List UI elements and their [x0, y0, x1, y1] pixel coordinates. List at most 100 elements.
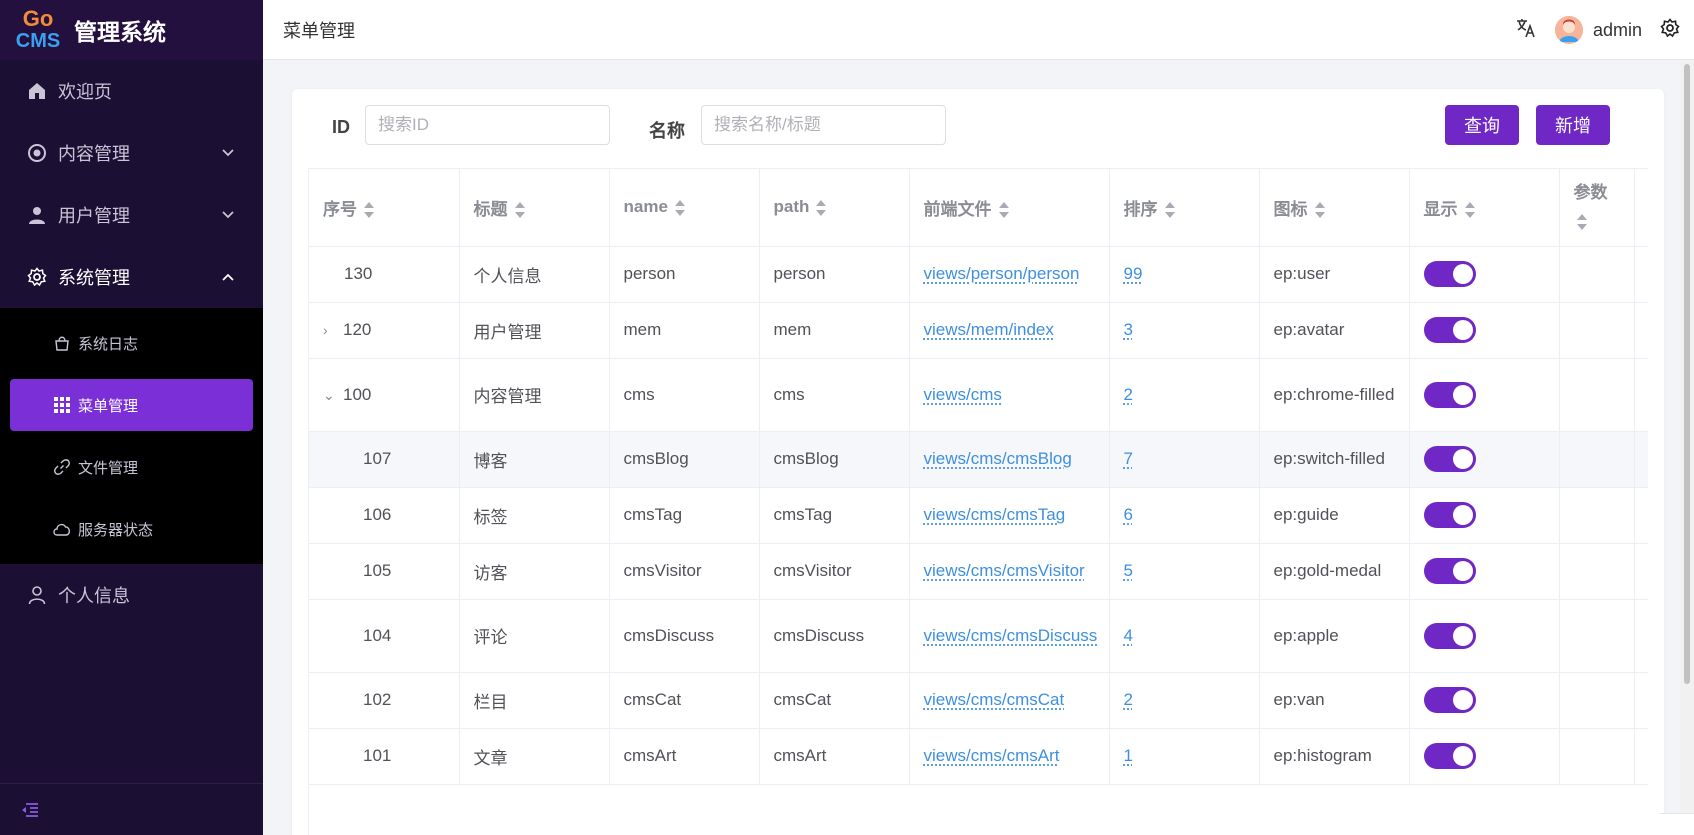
- sidebar-item-menu-management[interactable]: 菜单管理: [10, 379, 253, 431]
- row-file-link[interactable]: views/cms: [924, 385, 1002, 404]
- add-button[interactable]: 新增: [1536, 105, 1610, 145]
- sort-icon[interactable]: [1314, 202, 1326, 219]
- sort-icon[interactable]: [1464, 202, 1476, 219]
- column-header-params[interactable]: 参数: [1559, 169, 1635, 247]
- sort-icon[interactable]: [1576, 213, 1588, 230]
- column-header-show[interactable]: 显示: [1409, 169, 1560, 247]
- column-header-path[interactable]: path: [759, 169, 910, 247]
- sidebar-item-content[interactable]: 内容管理: [0, 122, 263, 184]
- row-file-link[interactable]: views/cms/cmsVisitor: [924, 561, 1085, 580]
- link-icon: [52, 457, 72, 477]
- show-toggle[interactable]: [1423, 687, 1476, 713]
- table-row[interactable]: ⌄ 100 内容管理 cms cms views/cms 2 ep:chrome-filled: [309, 358, 1648, 432]
- sort-icon[interactable]: [815, 199, 827, 216]
- row-name: cmsBlog: [623, 449, 689, 468]
- row-order-link[interactable]: 3: [1124, 320, 1133, 339]
- row-icon-name: ep:histogram: [1273, 746, 1372, 765]
- cell-icon: ep:avatar: [1259, 302, 1410, 359]
- row-order-link[interactable]: 5: [1124, 561, 1133, 580]
- cell-name: person: [609, 246, 760, 303]
- row-order-link[interactable]: 4: [1124, 626, 1133, 645]
- show-toggle[interactable]: [1423, 381, 1476, 408]
- sidebar-item-file-management[interactable]: 文件管理: [0, 436, 263, 498]
- collapse-arrow-icon[interactable]: ⌄: [323, 387, 343, 404]
- row-order-link[interactable]: 2: [1124, 690, 1133, 709]
- row-file-link[interactable]: views/mem/index: [924, 320, 1054, 339]
- cell-params: [1559, 543, 1635, 600]
- cell-params: [1559, 302, 1635, 359]
- show-toggle[interactable]: [1423, 502, 1476, 528]
- row-file-link[interactable]: views/cms/cmsCat: [924, 690, 1065, 709]
- username[interactable]: admin: [1593, 20, 1642, 41]
- sidebar-item-profile[interactable]: 个人信息: [0, 564, 263, 626]
- table-row[interactable]: 102 栏目 cmsCat cmsCat views/cms/cmsCat 2 ep:van: [309, 672, 1648, 729]
- sidebar-item-system[interactable]: 系统管理: [0, 246, 263, 308]
- settings-icon[interactable]: [1660, 17, 1680, 43]
- row-file-link[interactable]: views/cms/cmsBlog: [924, 449, 1072, 468]
- sidebar-item-welcome[interactable]: 欢迎页: [0, 60, 263, 122]
- row-file-link[interactable]: views/cms/cmsArt: [924, 746, 1060, 765]
- row-order-link[interactable]: 6: [1124, 505, 1133, 524]
- show-toggle[interactable]: [1423, 558, 1476, 584]
- cell-path: cmsDiscuss: [759, 599, 910, 673]
- cell-file: views/cms/cmsDiscuss: [909, 599, 1110, 673]
- query-button[interactable]: 查询: [1445, 105, 1519, 145]
- row-order-link[interactable]: 1: [1124, 746, 1133, 765]
- show-toggle[interactable]: [1423, 622, 1476, 649]
- cell-icon: ep:user: [1259, 246, 1410, 303]
- table-row[interactable]: 107 博客 cmsBlog cmsBlog views/cms/cmsBlog 7 ep:…: [309, 431, 1648, 488]
- column-header-name[interactable]: name: [609, 169, 760, 247]
- sidebar-item-system-log[interactable]: 系统日志: [0, 312, 263, 374]
- row-id: 105: [363, 561, 392, 580]
- column-header-title[interactable]: 标题: [459, 169, 610, 247]
- show-toggle[interactable]: [1423, 446, 1476, 472]
- cell-file: views/cms: [909, 358, 1110, 432]
- menu-table: 序号 标题 name path 前端文件 排序 图标 显示 参数 130 个人信息…: [308, 168, 1648, 835]
- cell-params: [1559, 728, 1635, 785]
- cell-id: 107: [309, 431, 460, 488]
- column-header-order[interactable]: 排序: [1109, 169, 1260, 247]
- row-file-link[interactable]: views/cms/cmsTag: [924, 505, 1066, 524]
- scrollbar-thumb[interactable]: [1684, 64, 1690, 684]
- id-search-input[interactable]: [365, 105, 610, 145]
- sort-icon[interactable]: [363, 202, 375, 219]
- table-row[interactable]: 106 标签 cmsTag cmsTag views/cms/cmsTag 6 ep:gui…: [309, 487, 1648, 544]
- cell-title: 个人信息: [459, 246, 610, 303]
- sidebar-item-users[interactable]: 用户管理: [0, 184, 263, 246]
- column-header-icon[interactable]: 图标: [1259, 169, 1410, 247]
- show-toggle[interactable]: [1423, 261, 1476, 287]
- name-search-input[interactable]: [701, 105, 946, 145]
- show-toggle[interactable]: [1423, 743, 1476, 769]
- logo-mark: Go CMS: [12, 8, 64, 53]
- row-path: cmsArt: [773, 746, 827, 765]
- row-file-link[interactable]: views/person/person: [924, 264, 1080, 283]
- sort-icon[interactable]: [674, 199, 686, 216]
- table-row[interactable]: 101 文章 cmsArt cmsArt views/cms/cmsArt 1 ep:his…: [309, 728, 1648, 785]
- row-order-link[interactable]: 2: [1124, 385, 1133, 404]
- menu-management-card: ID 名称 查询 新增 序号 标题 name path 前端文件 排序 图标: [292, 89, 1664, 835]
- vertical-scrollbar[interactable]: [1680, 60, 1694, 835]
- table-row[interactable]: 105 访客 cmsVisitor cmsVisitor views/cms/cmsVi…: [309, 543, 1648, 600]
- show-toggle[interactable]: [1423, 317, 1476, 343]
- collapse-sidebar-button[interactable]: [0, 783, 263, 835]
- cell-path: cmsTag: [759, 487, 910, 544]
- sort-icon[interactable]: [998, 202, 1010, 219]
- avatar[interactable]: [1554, 16, 1583, 44]
- sort-icon[interactable]: [514, 202, 526, 219]
- row-order-link[interactable]: 7: [1124, 449, 1133, 468]
- expand-arrow-icon[interactable]: ›: [323, 322, 343, 338]
- column-header-file[interactable]: 前端文件: [909, 169, 1110, 247]
- row-file-link[interactable]: views/cms/cmsDiscuss: [924, 626, 1098, 645]
- row-order-link[interactable]: 99: [1124, 264, 1143, 283]
- cell-name: cmsTag: [609, 487, 760, 544]
- table-row[interactable]: 104 评论 cmsDiscuss cmsDiscuss views/cms/cmsDi…: [309, 599, 1648, 673]
- sidebar-item-server-status[interactable]: 服务器状态: [0, 498, 263, 560]
- translate-icon[interactable]: [1515, 17, 1537, 44]
- cell-title: 文章: [459, 728, 610, 785]
- cell-path: cms: [759, 358, 910, 432]
- column-header-id[interactable]: 序号: [309, 169, 460, 247]
- breadcrumb: 菜单管理: [283, 20, 355, 41]
- table-row[interactable]: 130 个人信息 person person views/person/person 99…: [309, 246, 1648, 303]
- table-row[interactable]: › 120 用户管理 mem mem views/mem/index 3 ep:avatar: [309, 302, 1648, 359]
- sort-icon[interactable]: [1164, 202, 1176, 219]
